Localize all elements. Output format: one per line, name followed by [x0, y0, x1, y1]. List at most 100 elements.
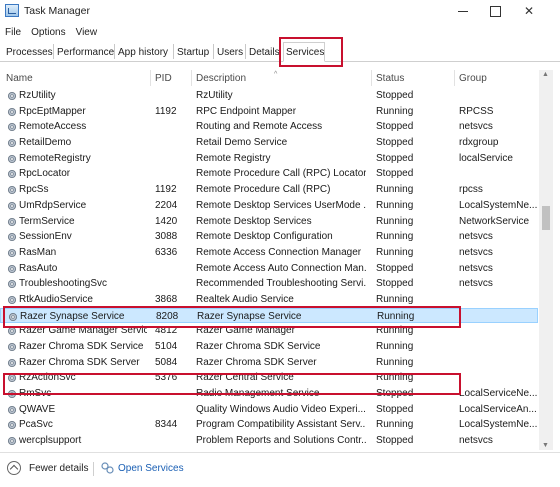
service-gear-icon [7, 358, 17, 368]
service-gear-icon [7, 405, 17, 415]
service-row[interactable]: RmSvc Radio Management Service Stopped Loca… [0, 386, 538, 402]
service-group: LocalSystemNe... [459, 419, 537, 431]
service-group: netsvcs [459, 246, 493, 258]
service-status: Stopped [376, 262, 414, 274]
scroll-up-icon[interactable]: ▲ [542, 71, 549, 78]
tab-details[interactable]: Details [247, 43, 282, 61]
scroll-down-icon[interactable]: ▼ [542, 442, 549, 449]
service-description: Razer Synapse Service [197, 310, 302, 322]
tab-startup[interactable]: Startup [175, 43, 211, 61]
column-divider[interactable] [454, 70, 455, 86]
service-group: netsvcs [459, 278, 493, 290]
service-name: RasMan [19, 246, 57, 258]
service-row[interactable]: PcaSvc 8344 Program Compatibility Assistan… [0, 417, 538, 433]
tab-services[interactable]: Services [283, 42, 325, 62]
column-status[interactable]: Status [376, 73, 404, 84]
service-row[interactable]: RzActionSvc 5376 Razer Central Service Runn… [0, 370, 538, 386]
service-gear-icon [7, 264, 17, 274]
service-description: Razer Central Service [196, 372, 294, 384]
service-status: Stopped [376, 137, 414, 149]
menu-options[interactable]: Options [31, 27, 65, 38]
column-group[interactable]: Group [459, 73, 487, 84]
maximize-button[interactable] [478, 0, 512, 22]
service-description: Remote Procedure Call (RPC) Locator [196, 168, 366, 180]
service-name: wercplsupport [19, 435, 82, 447]
vertical-scrollbar[interactable]: ▲ ▼ [539, 70, 553, 450]
column-divider[interactable] [191, 70, 192, 86]
service-status: Stopped [376, 152, 414, 164]
service-gear-icon [7, 295, 17, 305]
service-name: RzActionSvc [19, 372, 76, 384]
menu-file[interactable]: File [5, 27, 21, 38]
service-name: Razer Game Manager Service [19, 325, 147, 337]
tab-users[interactable]: Users [215, 43, 245, 61]
service-row[interactable]: Razer Chroma SDK Service 5104 Razer Chroma… [0, 339, 538, 355]
service-name: RemoteRegistry [19, 152, 91, 164]
service-status: Running [377, 310, 415, 322]
tab-app-history[interactable]: App history [116, 43, 170, 61]
service-pid: 3868 [155, 293, 178, 305]
services-icon[interactable] [101, 462, 114, 474]
column-name[interactable]: Name [6, 73, 33, 84]
service-status: Running [376, 199, 414, 211]
service-row[interactable]: Razer Game Manager Service 4812 Razer Game… [0, 323, 538, 339]
service-description: Routing and Remote Access [196, 121, 323, 133]
service-name: RpcSs [19, 184, 49, 196]
service-description: Razer Chroma SDK Server [196, 356, 317, 368]
service-name: TroubleshootingSvc [19, 278, 108, 290]
service-row[interactable]: RasAuto Remote Access Auto Connection Man… [0, 261, 538, 277]
service-gear-icon [7, 373, 17, 383]
service-pid: 1192 [155, 105, 177, 117]
service-description: Quality Windows Audio Video Experi... [196, 403, 366, 415]
footer-divider [93, 462, 94, 476]
service-row[interactable]: TermService 1420 Remote Desktop Services Ru… [0, 214, 538, 230]
service-row[interactable]: SessionEnv 3088 Remote Desktop Configurati… [0, 229, 538, 245]
service-row[interactable]: RemoteAccess Routing and Remote Access Sto… [0, 119, 538, 135]
tab-divider [53, 44, 54, 59]
service-row[interactable]: UmRdpService 2204 Remote Desktop Services … [0, 198, 538, 214]
service-pid: 2204 [155, 199, 178, 211]
service-gear-icon [7, 279, 17, 289]
service-name: UmRdpService [19, 199, 87, 211]
service-pid: 8344 [155, 419, 178, 431]
service-row[interactable]: RetailDemo Retail Demo Service Stopped rdxg… [0, 135, 538, 151]
service-name: PcaSvc [19, 419, 53, 431]
service-row[interactable]: RpcEptMapper 1192 RPC Endpoint Mapper Runni… [0, 104, 538, 120]
service-row[interactable]: RasMan 6336 Remote Access Connection Manag… [0, 245, 538, 261]
column-description[interactable]: Description [196, 73, 246, 84]
fewer-details-button[interactable]: Fewer details [29, 463, 88, 474]
service-description: Recommended Troubleshooting Servi... [196, 278, 366, 290]
service-status: Running [376, 215, 414, 227]
minimize-button[interactable] [446, 0, 480, 22]
service-row[interactable]: RpcLocator Remote Procedure Call (RPC) Lo… [0, 166, 538, 182]
service-pid: 4812 [155, 325, 178, 337]
scrollbar-thumb[interactable] [542, 206, 550, 230]
column-divider[interactable] [150, 70, 151, 86]
service-status: Running [376, 105, 414, 117]
service-row[interactable]: RtkAudioService 3868 Realtek Audio Service… [0, 292, 538, 308]
tab-strip: Processes Performance App history Startu… [0, 40, 560, 62]
tab-divider [213, 44, 214, 59]
service-name: RzUtility [19, 90, 56, 101]
service-gear-icon [7, 232, 17, 242]
menu-bar: File Options View [0, 24, 107, 40]
open-services-link[interactable]: Open Services [118, 463, 184, 474]
service-gear-icon [7, 342, 17, 352]
service-row[interactable]: Razer Synapse Service 8208 Razer Synapse S… [0, 307, 538, 324]
service-row[interactable]: RemoteRegistry Remote Registry Stopped loca… [0, 151, 538, 167]
chevron-up-circle-icon[interactable] [7, 461, 21, 475]
tab-processes[interactable]: Processes [4, 43, 55, 61]
service-row[interactable]: TroubleshootingSvc Recommended Troublesho… [0, 276, 538, 292]
tab-performance[interactable]: Performance [55, 43, 116, 61]
service-row[interactable]: wercplsupport Problem Reports and Solutio… [0, 433, 538, 448]
column-divider[interactable] [371, 70, 372, 86]
service-row[interactable]: RzUtility RzUtility Stopped [0, 88, 538, 104]
service-status: Running [376, 419, 414, 431]
service-row[interactable]: RpcSs 1192 Remote Procedure Call (RPC) Runn… [0, 182, 538, 198]
service-description: Remote Desktop Services [196, 215, 312, 227]
service-row[interactable]: QWAVE Quality Windows Audio Video Experi.… [0, 402, 538, 418]
column-pid[interactable]: PID [155, 73, 172, 84]
menu-view[interactable]: View [76, 27, 98, 38]
close-button[interactable]: ✕ [512, 0, 546, 22]
service-row[interactable]: Razer Chroma SDK Server 5084 Razer Chroma … [0, 355, 538, 371]
